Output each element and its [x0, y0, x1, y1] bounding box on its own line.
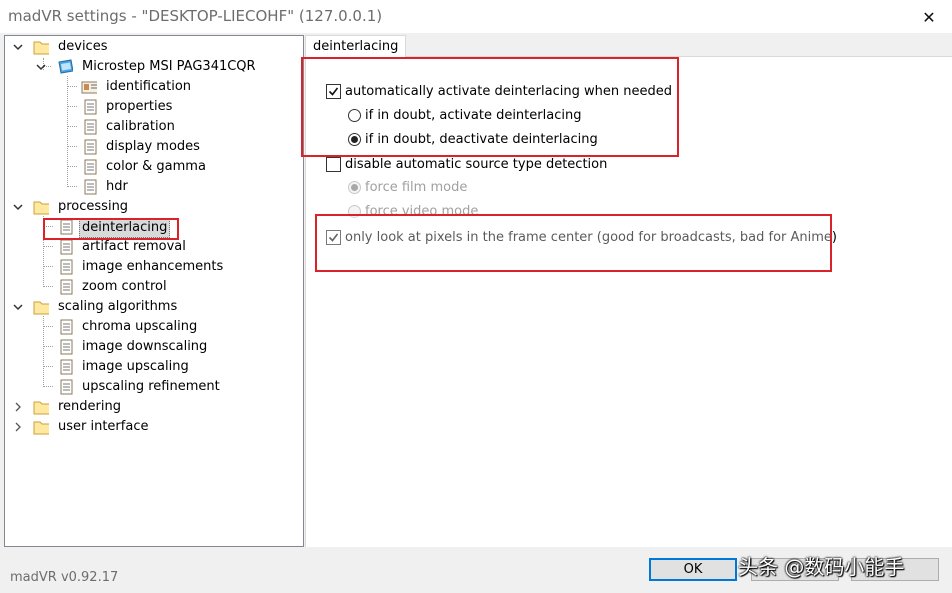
tree-item-user-interface[interactable]: user interface	[5, 417, 301, 437]
tree-item-artifact-removal[interactable]: artifact removal	[5, 237, 301, 257]
tree-label: processing	[58, 199, 129, 214]
version-label: madVR v0.92.17	[10, 570, 119, 585]
tree-item-color-gamma[interactable]: color & gamma	[5, 157, 301, 177]
tree-label: properties	[106, 99, 173, 114]
monitor-icon	[58, 59, 73, 74]
tab-strip: deinterlacing	[305, 35, 952, 57]
folder-icon	[33, 401, 49, 415]
folder-icon	[33, 41, 49, 55]
tree-item-image-upscaling[interactable]: image upscaling	[5, 357, 301, 377]
disable-detection-checkbox[interactable]: disable automatic source type detection	[326, 154, 607, 174]
tree-label: rendering	[58, 399, 121, 414]
settings-tree[interactable]: devices Microstep MSI PAG341CQR identifi…	[4, 35, 304, 547]
tree-item-scaling-algorithms[interactable]: scaling algorithms	[5, 297, 301, 317]
tree-item-display-modes[interactable]: display modes	[5, 137, 301, 157]
page-icon	[60, 339, 73, 355]
tree-label: devices	[58, 39, 108, 54]
folder-icon	[33, 421, 49, 435]
radio-dot-icon	[351, 183, 358, 191]
folder-icon	[33, 301, 49, 315]
tab-deinterlacing[interactable]: deinterlacing	[305, 35, 407, 57]
chevron-down-icon[interactable]	[35, 61, 47, 73]
tree-label: hdr	[106, 179, 128, 194]
page-icon	[60, 379, 73, 395]
tree-item-image-enhancements[interactable]: image enhancements	[5, 257, 301, 277]
close-icon: ✕	[922, 7, 936, 27]
page-icon	[84, 179, 97, 195]
tree-item-rendering[interactable]: rendering	[5, 397, 301, 417]
highlight-box-deinterlacing-options	[301, 57, 679, 157]
ok-button[interactable]: OK	[649, 558, 737, 581]
tree-item-zoom-control[interactable]: zoom control	[5, 277, 301, 297]
tree-label: zoom control	[82, 279, 167, 294]
radio-button	[348, 180, 361, 194]
chevron-right-icon[interactable]	[12, 401, 24, 413]
tree-item-monitor[interactable]: Microstep MSI PAG341CQR	[5, 57, 301, 77]
tree-label: image upscaling	[82, 359, 189, 374]
page-icon	[60, 359, 73, 375]
tree-label: identification	[106, 79, 192, 94]
tree-label: chroma upscaling	[82, 319, 198, 334]
chevron-down-icon[interactable]	[12, 301, 24, 313]
tree-label: display modes	[106, 139, 200, 154]
title-bar: madVR settings - "DESKTOP-LIECOHF" (127.…	[0, 0, 952, 33]
id-card-icon	[81, 81, 97, 94]
tree-label: image enhancements	[82, 259, 224, 274]
tree-label: scaling algorithms	[58, 299, 178, 314]
highlight-box-frame-center	[315, 214, 832, 272]
tree-item-image-downscaling[interactable]: image downscaling	[5, 337, 301, 357]
watermark: 头条 @数码小能手	[738, 555, 905, 579]
tree-item-calibration[interactable]: calibration	[5, 117, 301, 137]
tree-item-devices[interactable]: devices	[5, 37, 301, 57]
tree-label: calibration	[106, 119, 175, 134]
page-icon	[84, 119, 97, 135]
window-title: madVR settings - "DESKTOP-LIECOHF" (127.…	[8, 7, 383, 25]
tree-label: image downscaling	[82, 339, 208, 354]
chevron-right-icon[interactable]	[12, 421, 24, 433]
checkbox-label: disable automatic source type detection	[345, 156, 608, 172]
radio-label: force film mode	[365, 179, 468, 195]
tree-label: color & gamma	[106, 159, 206, 174]
highlight-box-tree	[43, 218, 179, 240]
tree-item-hdr[interactable]: hdr	[5, 177, 301, 197]
chevron-down-icon[interactable]	[12, 41, 24, 53]
tree-label: user interface	[58, 419, 149, 434]
close-button[interactable]: ✕	[912, 4, 946, 30]
checkbox-box[interactable]	[326, 156, 341, 172]
tree-item-chroma-upscaling[interactable]: chroma upscaling	[5, 317, 301, 337]
force-film-radio: force film mode	[348, 177, 467, 197]
page-icon	[60, 279, 73, 295]
page-icon	[84, 139, 97, 155]
tree-item-upscaling-refinement[interactable]: upscaling refinement	[5, 377, 301, 397]
chevron-down-icon[interactable]	[12, 201, 24, 213]
page-icon	[60, 259, 73, 275]
tree-item-identification[interactable]: identification	[5, 77, 301, 97]
page-icon	[60, 239, 73, 255]
tree-label: Microstep MSI PAG341CQR	[82, 59, 256, 74]
page-icon	[84, 159, 97, 175]
page-icon	[84, 99, 97, 115]
folder-icon	[33, 201, 49, 215]
tree-item-properties[interactable]: properties	[5, 97, 301, 117]
ok-button-label: OK	[683, 562, 703, 577]
tree-label: artifact removal	[82, 239, 186, 254]
tree-item-processing[interactable]: processing	[5, 197, 301, 217]
page-icon	[60, 319, 73, 335]
tree-label: upscaling refinement	[82, 379, 220, 394]
